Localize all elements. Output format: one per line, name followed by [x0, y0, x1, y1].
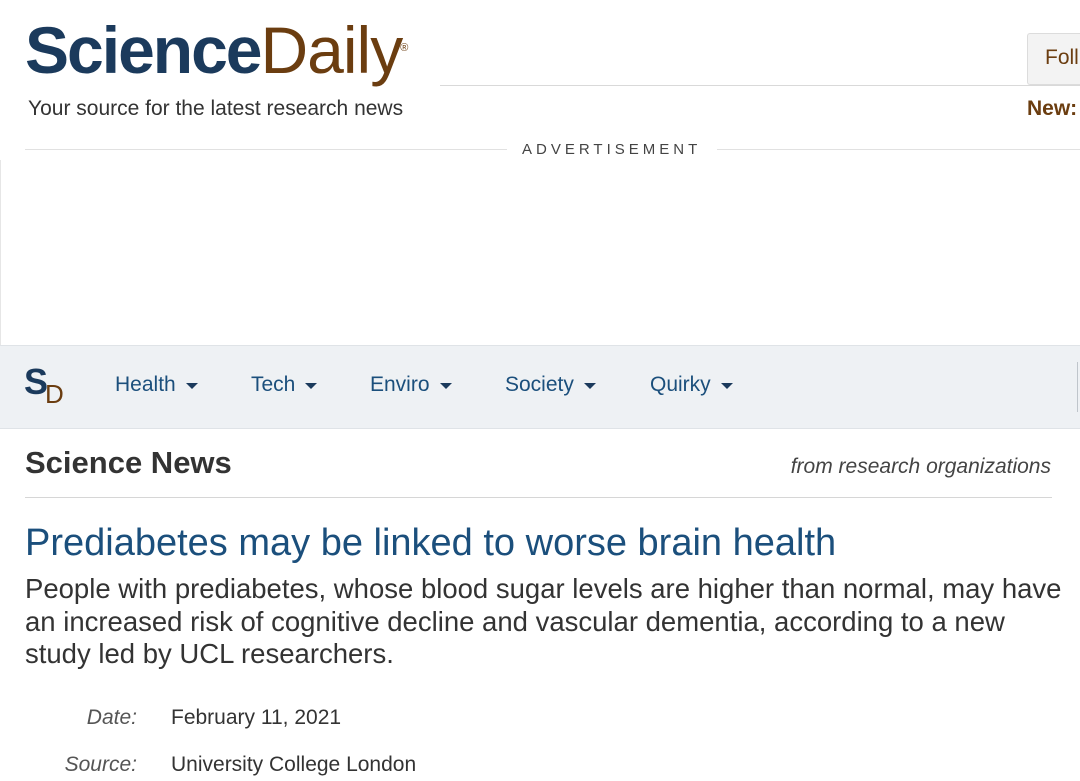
follow-button-label: Foll — [1045, 46, 1079, 69]
new-label: New: — [1027, 97, 1078, 120]
advertisement-label: ADVERTISEMENT — [522, 141, 702, 158]
logo-science-text: Science — [25, 13, 262, 87]
site-tagline: Your source for the latest research news — [28, 97, 404, 120]
advertisement-slot — [0, 160, 1080, 345]
article-headline: Prediabetes may be linked to worse brain… — [25, 522, 837, 564]
article-summary: People with prediabetes, whose blood sug… — [25, 573, 1062, 669]
nav-enviro-label: Enviro — [370, 373, 430, 396]
caret-down-icon — [583, 383, 596, 389]
logo-daily-text: Daily — [260, 13, 404, 87]
nav-quirky-label: Quirky — [650, 373, 711, 396]
sciencedaily-logo[interactable]: ScienceDaily® — [25, 10, 410, 90]
sd-home-logo[interactable]: S D — [24, 364, 70, 410]
source-value: University College London — [171, 753, 417, 776]
nav-health-menu[interactable]: Health — [115, 373, 198, 397]
section-subtitle: from research organizations — [790, 455, 1051, 478]
caret-down-icon — [720, 383, 733, 389]
nav-society-label: Society — [505, 373, 574, 396]
main-navbar: S D Health Tech Enviro Society Quirky — [0, 345, 1080, 429]
follow-button[interactable]: Foll — [1027, 33, 1080, 85]
header-divider — [440, 85, 1080, 86]
section-divider — [25, 497, 1052, 498]
caret-down-icon — [305, 383, 318, 389]
nav-tech-label: Tech — [251, 373, 296, 396]
section-title: Science News — [25, 445, 232, 480]
sd-logo-d: D — [45, 379, 64, 409]
source-label: Source: — [64, 753, 137, 776]
ad-divider-left — [25, 149, 507, 150]
date-value: February 11, 2021 — [171, 706, 342, 729]
advertisement-header: ADVERTISEMENT — [25, 138, 1080, 162]
registered-mark: ® — [400, 42, 409, 54]
nav-enviro-menu[interactable]: Enviro — [370, 373, 452, 397]
nav-society-menu[interactable]: Society — [505, 373, 596, 397]
ad-divider-right — [717, 149, 1080, 150]
caret-down-icon — [439, 383, 452, 389]
nav-quirky-menu[interactable]: Quirky — [650, 373, 733, 397]
nav-tech-menu[interactable]: Tech — [251, 373, 318, 397]
nav-health-label: Health — [115, 373, 176, 396]
caret-down-icon — [185, 383, 198, 389]
date-label: Date: — [86, 706, 137, 729]
